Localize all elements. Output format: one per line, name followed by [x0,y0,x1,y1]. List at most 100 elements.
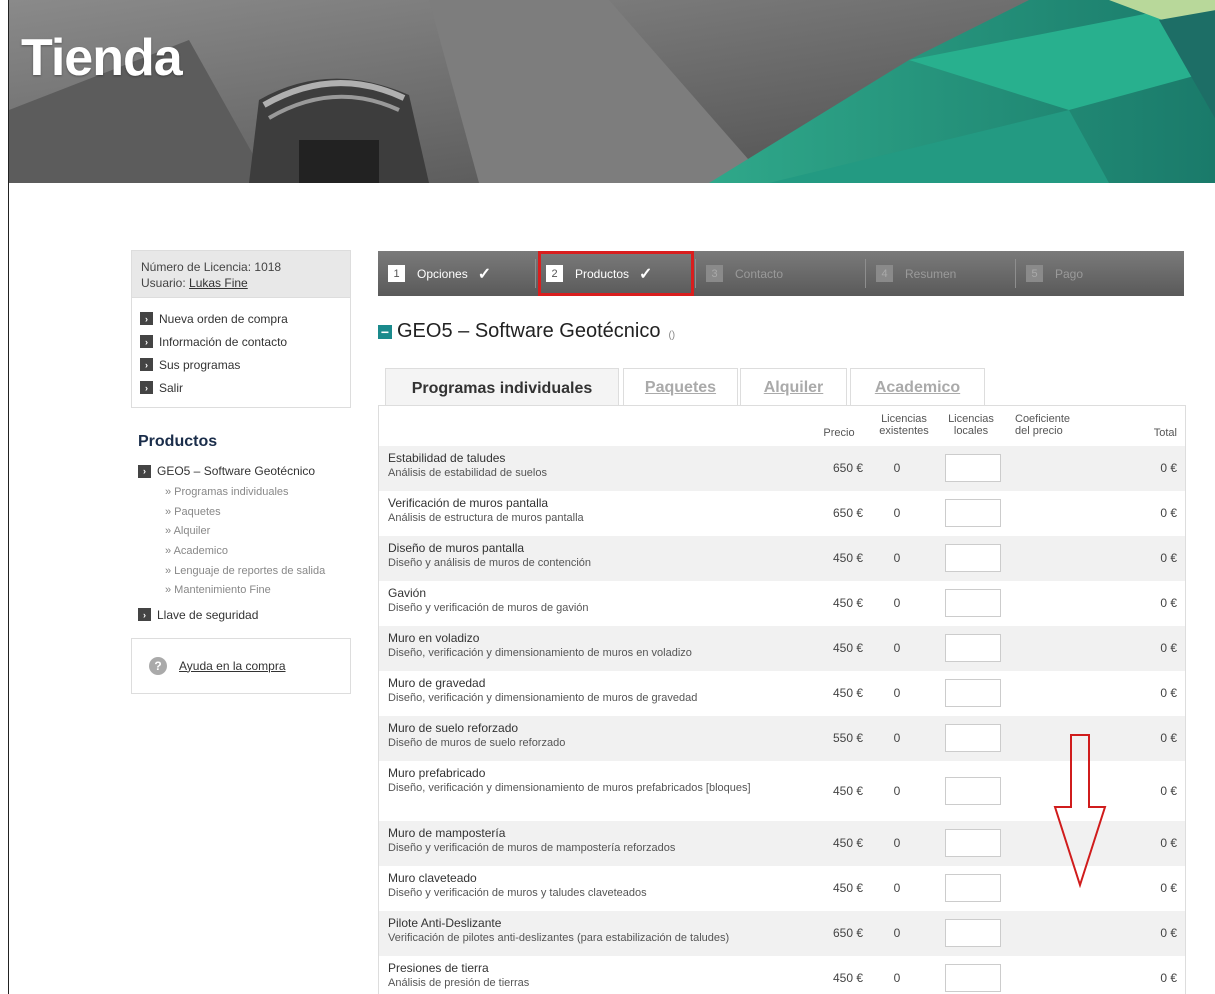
tab-academic[interactable]: Academico [850,368,985,407]
step-number: 2 [546,265,563,282]
menu-contact-info[interactable]: › Información de contacto [140,330,342,353]
collapse-icon[interactable]: − [378,324,392,339]
page-title: Tienda [21,29,183,87]
subnav-rental[interactable]: » Alquiler [165,522,351,542]
product-name: Muro de gravedad [388,676,486,690]
check-icon: ✓ [639,265,653,283]
local-licenses-input[interactable] [945,724,1001,752]
local-licenses-input[interactable] [945,777,1001,805]
local-licenses-input[interactable] [945,919,1001,947]
col-total: Total [1153,427,1177,439]
local-licenses-input[interactable] [945,454,1001,482]
product-description: Verificación de pilotes anti-deslizantes… [388,932,730,944]
sidebar: Número de Licencia: 1018 Usuario: Lukas … [131,250,351,694]
product-price: 450 € [832,686,863,700]
menu-label: Sus programas [159,357,241,372]
table-row: Verificación de muros pantalla Análisis d… [379,491,1185,536]
table-header: Precio Licencias existentes Licencias loca… [379,406,1185,446]
row-total: 0 € [1160,596,1177,610]
tab-packages[interactable]: Paquetes [623,368,738,407]
local-licenses-input[interactable] [945,634,1001,662]
product-tabs: Programas individuales Paquetes Alquiler… [378,368,1184,408]
products-nav: › GEO5 – Software Geotécnico » Programas … [131,461,351,625]
local-licenses-input[interactable] [945,544,1001,572]
product-description: Diseño y verificación de muros y taludes… [388,887,647,899]
product-description: Análisis de estabilidad de suelos [388,467,547,479]
banner-image [9,0,1215,183]
row-total: 0 € [1160,551,1177,565]
product-name: Muro de mampostería [388,826,506,840]
product-name: Verificación de muros pantalla [388,496,549,510]
product-price: 650 € [832,461,863,475]
local-licenses-input[interactable] [945,964,1001,992]
menu-logout[interactable]: › Salir [140,376,342,399]
col-local: Licencias locales [948,413,994,437]
security-key-item[interactable]: › Llave de seguridad [138,605,351,625]
license-number: Número de Licencia: 1018 [141,260,282,274]
product-description: Diseño, verificación y dimensionamiento … [388,647,692,659]
subnav-academic[interactable]: » Academico [165,542,351,562]
checkout-steps: 1 Opciones ✓ 2 Productos ✓ 3 Contacto 4 … [378,251,1184,296]
arrow-right-icon: › [138,608,151,621]
product-price: 450 € [832,596,863,610]
menu-label: Información de contacto [159,334,288,349]
existing-licenses: 0 [893,461,901,475]
row-total: 0 € [1160,506,1177,520]
security-key-label: Llave de seguridad [157,607,259,622]
product-name: Pilote Anti-Deslizante [388,916,502,930]
local-licenses-input[interactable] [945,874,1001,902]
product-price: 450 € [832,551,863,565]
product-description: Diseño, verificación y dimensionamiento … [388,692,698,704]
subnav-individual[interactable]: » Programas individuales [165,483,351,503]
section-header: − GEO5 – Software Geotécnico () [378,320,675,343]
account-menu: › Nueva orden de compra › Información de c… [131,298,351,408]
row-total: 0 € [1160,784,1177,798]
step-resumen: 4 Resumen [866,251,1016,296]
tab-individual[interactable]: Programas individuales [385,368,619,408]
local-licenses-input[interactable] [945,679,1001,707]
row-total: 0 € [1160,926,1177,940]
arrow-right-icon: › [140,312,153,325]
existing-licenses: 0 [893,836,901,850]
menu-your-programs[interactable]: › Sus programas [140,353,342,376]
local-licenses-input[interactable] [945,589,1001,617]
down-arrow-icon [1053,734,1107,888]
product-name: Muro prefabricado [388,766,486,780]
step-number: 5 [1026,265,1043,282]
product-label: GEO5 – Software Geotécnico [157,464,316,478]
user-name-link[interactable]: Lukas Fine [189,276,248,290]
subnav-packages[interactable]: » Paquetes [165,503,351,523]
section-count: () [668,330,676,341]
products-heading: Productos [138,433,218,450]
existing-licenses: 0 [893,784,901,798]
arrow-right-icon: › [140,335,153,348]
table-row: Estabilidad de taludes Análisis de estabi… [379,446,1185,491]
step-productos[interactable]: 2 Productos ✓ [536,251,696,296]
row-total: 0 € [1160,686,1177,700]
menu-new-order[interactable]: › Nueva orden de compra [140,307,342,330]
product-name: Muro claveteado [388,871,477,885]
arrow-right-icon: › [140,358,153,371]
step-label: Contacto [735,266,784,281]
help-link[interactable]: Ayuda en la compra [179,659,286,673]
table-row: Muro en voladizo Diseño, verificación y d… [379,626,1185,671]
col-coef: Coeficiente del precio [1015,413,1071,437]
tab-rental[interactable]: Alquiler [740,368,847,407]
row-total: 0 € [1160,881,1177,895]
existing-licenses: 0 [893,596,901,610]
product-geo5[interactable]: › GEO5 – Software Geotécnico [138,461,351,481]
subnav-report-language[interactable]: » Lenguaje de reportes de salida [165,561,351,581]
subnav-maintenance[interactable]: » Mantenimiento Fine [165,581,351,601]
product-name: Diseño de muros pantalla [388,541,525,555]
local-licenses-input[interactable] [945,829,1001,857]
step-label: Opciones [417,266,468,281]
product-name: Muro en voladizo [388,631,480,645]
existing-licenses: 0 [893,926,901,940]
product-price: 450 € [832,784,863,798]
step-label: Productos [575,266,630,281]
local-licenses-input[interactable] [945,499,1001,527]
step-number: 4 [876,265,893,282]
product-subnav: » Programas individuales » Paquetes » Al… [138,483,351,601]
step-opciones[interactable]: 1 Opciones ✓ [378,251,536,296]
product-price: 550 € [832,731,863,745]
